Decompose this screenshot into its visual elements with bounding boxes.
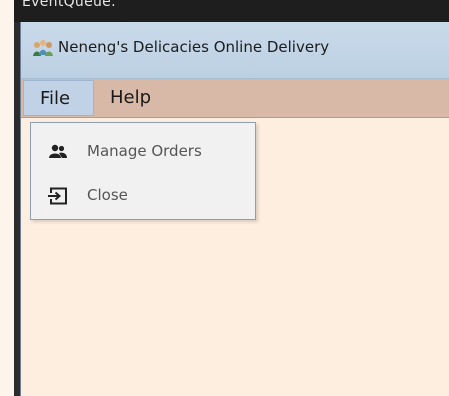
menu-file-label: File [40,88,71,109]
menu-item-manage-orders-label: Manage Orders [87,142,202,160]
menu-file[interactable]: File [23,80,94,116]
menu-item-close-label: Close [87,186,128,204]
menu-item-close[interactable]: Close [31,177,255,215]
code-text: EventQueue. [22,0,116,10]
menu-item-manage-orders[interactable]: Manage Orders [31,133,255,171]
menu-help[interactable]: Help [110,87,151,108]
window-title: Neneng's Delicacies Online Delivery [58,38,330,56]
title-bar[interactable]: Neneng's Delicacies Online Delivery [21,22,449,79]
exit-icon [47,187,69,205]
menu-bar: File Help [21,79,449,118]
users-icon [47,143,69,161]
code-editor-strip: EventQueue. [14,0,449,22]
file-dropdown-menu: Manage Orders Close [30,122,256,220]
app-logo-icon [32,39,54,59]
